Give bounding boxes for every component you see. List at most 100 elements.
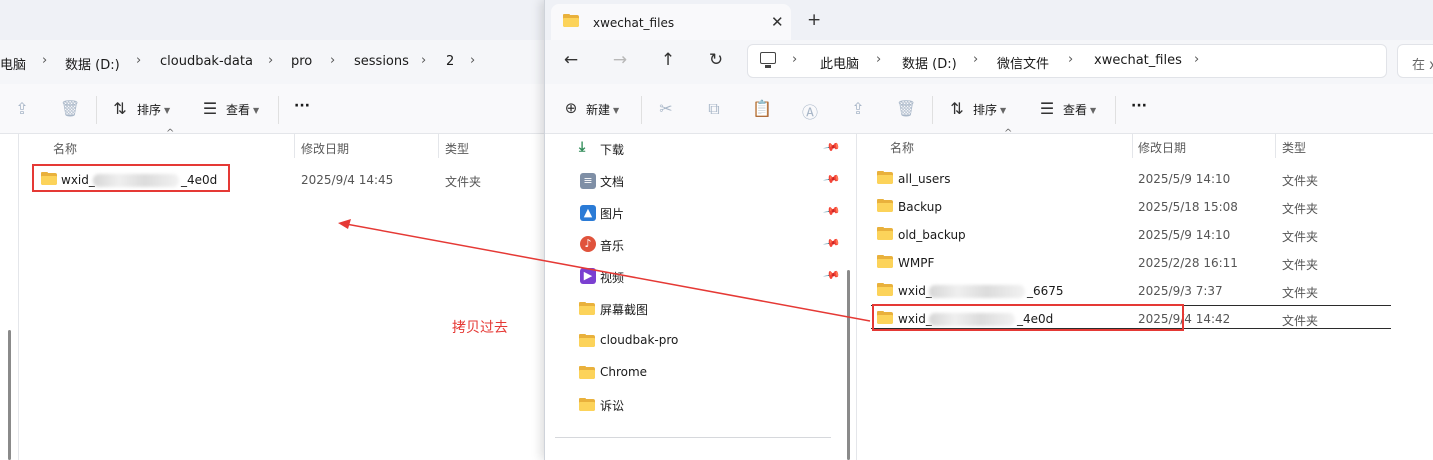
folder-icon xyxy=(877,227,893,240)
folder-icon xyxy=(579,398,595,411)
sidebar-item-label: 音乐 xyxy=(600,239,625,253)
share-icon[interactable]: ⇪ xyxy=(848,99,868,118)
pin-icon[interactable]: 📌 xyxy=(823,170,842,189)
tab-title: xwechat_files xyxy=(593,16,675,30)
address-bar[interactable]: › 此电脑 › 数据 (D:) › 微信文件 › xwechat_files › xyxy=(747,44,1387,78)
breadcrumb-item[interactable]: 数据 (D:) xyxy=(65,54,120,73)
file-name-suffix: _6675 xyxy=(1027,284,1064,298)
breadcrumb-separator-icon[interactable]: › xyxy=(421,53,426,68)
folder-icon xyxy=(877,283,893,296)
refresh-icon[interactable]: ↻ xyxy=(704,50,728,70)
pin-icon[interactable]: 📌 xyxy=(823,234,842,253)
sidebar-item-label: 下载 xyxy=(600,143,625,157)
sidebar-scrollbar[interactable] xyxy=(847,270,850,460)
column-header-name[interactable]: 名称 xyxy=(890,139,914,156)
sort-icon[interactable]: ⇅ xyxy=(110,99,130,118)
share-icon[interactable]: ⇪ xyxy=(12,99,32,118)
file-date: 2025/5/18 15:08 xyxy=(1138,200,1238,214)
forward-icon[interactable]: → xyxy=(608,50,632,70)
view-button[interactable]: 查看 ▼ xyxy=(1063,101,1096,118)
rename-icon[interactable]: Ⓐ xyxy=(800,99,820,123)
folder-icon xyxy=(877,171,893,184)
delete-icon[interactable]: 🗑 xyxy=(60,99,80,118)
new-icon[interactable]: ⊕ xyxy=(561,99,581,117)
new-label: 新建 xyxy=(586,103,611,117)
breadcrumb-separator-icon[interactable]: › xyxy=(136,53,141,68)
file-date: 2025/2/28 16:11 xyxy=(1138,256,1238,270)
folder-icon xyxy=(579,334,595,347)
column-header-name[interactable]: 名称 xyxy=(53,140,77,157)
breadcrumb-item[interactable]: cloudbak-data xyxy=(160,54,253,69)
file-date: 2025/9/4 14:45 xyxy=(301,173,394,187)
left-scrollbar[interactable] xyxy=(8,330,11,460)
sort-label: 排序 xyxy=(973,103,998,117)
left-address-bar: 电脑 › 数据 (D:) › cloudbak-data › pro › ses… xyxy=(0,40,548,84)
breadcrumb-item[interactable]: pro xyxy=(291,54,312,69)
pin-icon[interactable]: 📌 xyxy=(823,202,842,221)
view-button[interactable]: 查看 ▼ xyxy=(226,101,259,118)
breadcrumb-separator-icon[interactable]: › xyxy=(792,52,797,67)
breadcrumb-separator-icon[interactable]: › xyxy=(1194,52,1199,67)
picture-icon: ▲ xyxy=(580,205,596,221)
folder-icon xyxy=(877,199,893,212)
file-type: 文件夹 xyxy=(1282,314,1319,328)
file-type: 文件夹 xyxy=(1282,230,1319,244)
annotation-label: 拷贝过去 xyxy=(452,320,508,336)
column-divider[interactable] xyxy=(294,134,295,158)
search-placeholder: 在 x xyxy=(1412,58,1433,73)
computer-icon xyxy=(760,52,776,64)
breadcrumb-item[interactable]: 数据 (D:) xyxy=(902,53,957,72)
breadcrumb-item[interactable]: xwechat_files xyxy=(1094,53,1182,68)
column-divider[interactable] xyxy=(438,134,439,158)
sort-icon[interactable]: ⇅ xyxy=(947,99,967,118)
breadcrumb-separator-icon[interactable]: › xyxy=(1068,52,1073,67)
tab-xwechat-files[interactable]: xwechat_files ✕ xyxy=(551,4,791,40)
left-title-strip xyxy=(0,0,548,40)
toolbar-divider xyxy=(278,96,279,124)
breadcrumb-item[interactable]: 微信文件 xyxy=(997,53,1049,72)
column-header-date[interactable]: 修改日期 xyxy=(1138,139,1186,156)
new-tab-icon[interactable]: + xyxy=(807,10,821,30)
search-input[interactable]: 在 x xyxy=(1397,44,1433,78)
column-header-type[interactable]: 类型 xyxy=(445,140,469,157)
cut-icon[interactable]: ✂ xyxy=(656,99,676,118)
breadcrumb-item[interactable]: 2 xyxy=(446,54,454,69)
column-divider[interactable] xyxy=(1275,134,1276,158)
breadcrumb-separator-icon[interactable]: › xyxy=(470,53,475,68)
pane-divider[interactable] xyxy=(856,134,857,460)
toolbar-divider xyxy=(1115,96,1116,124)
up-icon[interactable]: ↑ xyxy=(656,50,680,70)
new-button[interactable]: 新建 ▼ xyxy=(586,101,619,118)
more-options-button[interactable]: ··· xyxy=(1131,98,1147,114)
breadcrumb-separator-icon[interactable]: › xyxy=(42,53,47,68)
breadcrumb-item[interactable]: sessions xyxy=(354,54,409,69)
right-explorer-window: xwechat_files ✕ + ← → ↑ ↻ › 此电脑 › 数据 (D:… xyxy=(544,0,1433,460)
left-command-bar xyxy=(0,84,548,134)
file-name: all_users xyxy=(898,172,951,186)
breadcrumb-separator-icon[interactable]: › xyxy=(330,53,335,68)
back-icon[interactable]: ← xyxy=(559,50,583,70)
paste-icon[interactable]: 📋 xyxy=(752,99,772,118)
sort-button[interactable]: 排序 ▼ xyxy=(973,101,1006,118)
file-name: Backup xyxy=(898,200,942,214)
sidebar-item-label: cloudbak-pro xyxy=(600,333,679,347)
delete-icon[interactable]: 🗑 xyxy=(896,99,916,118)
breadcrumb-item[interactable]: 此电脑 xyxy=(820,53,859,72)
column-header-type[interactable]: 类型 xyxy=(1282,139,1306,156)
more-options-button[interactable]: ··· xyxy=(294,98,310,114)
file-name: old_backup xyxy=(898,228,966,242)
column-header-date[interactable]: 修改日期 xyxy=(301,140,349,157)
breadcrumb-separator-icon[interactable]: › xyxy=(268,53,273,68)
view-icon[interactable]: ☰ xyxy=(200,99,220,118)
breadcrumb-separator-icon[interactable]: › xyxy=(876,52,881,67)
pin-icon[interactable]: 📌 xyxy=(823,266,842,285)
pin-icon[interactable]: 📌 xyxy=(823,138,842,157)
sort-button[interactable]: 排序 ▼ xyxy=(137,101,170,118)
breadcrumb-separator-icon[interactable]: › xyxy=(973,52,978,67)
close-tab-icon[interactable]: ✕ xyxy=(771,13,784,31)
column-divider[interactable] xyxy=(1132,134,1133,158)
view-icon[interactable]: ☰ xyxy=(1037,99,1057,118)
breadcrumb-item[interactable]: 电脑 xyxy=(0,54,26,73)
file-type: 文件夹 xyxy=(1282,174,1319,188)
copy-icon[interactable]: ⧉ xyxy=(704,99,724,119)
